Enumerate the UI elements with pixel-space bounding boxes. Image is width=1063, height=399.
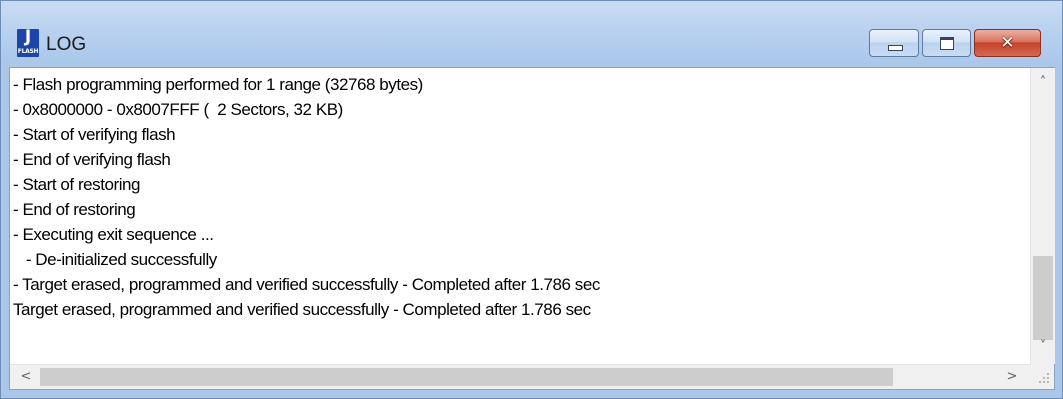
log-line: - Start of verifying flash: [13, 125, 176, 144]
log-line: - Flash programming performed for 1 rang…: [13, 75, 423, 94]
vertical-scrollbar[interactable]: ˄ ˅: [1030, 68, 1055, 364]
minimize-button[interactable]: [869, 29, 919, 57]
log-text-area[interactable]: - Flash programming performed for 1 rang…: [10, 68, 1030, 364]
window-title: LOG: [46, 34, 87, 55]
resize-grip-icon[interactable]: [1030, 364, 1054, 389]
horizontal-scroll-thumb[interactable]: [40, 368, 893, 386]
maximize-icon: [940, 37, 954, 50]
app-icon-sublabel: FLASH: [17, 48, 39, 55]
scroll-left-icon[interactable]: <: [14, 365, 38, 389]
log-line: - De-initialized successfully: [13, 250, 217, 269]
log-line: - Executing exit sequence ...: [13, 225, 214, 244]
title-bar[interactable]: J FLASH LOG ✕: [1, 1, 1062, 67]
maximize-button[interactable]: [922, 29, 971, 57]
log-panel: - Flash programming performed for 1 rang…: [9, 67, 1055, 390]
app-icon-letter: J: [24, 27, 32, 47]
minimize-icon: [888, 45, 903, 51]
scroll-down-icon[interactable]: ˅: [1031, 336, 1055, 358]
close-button[interactable]: ✕: [974, 29, 1041, 57]
vertical-scroll-thumb[interactable]: [1033, 256, 1053, 340]
scroll-right-icon[interactable]: >: [1000, 365, 1024, 389]
horizontal-scrollbar[interactable]: < >: [10, 364, 1030, 389]
scroll-up-icon[interactable]: ˄: [1031, 72, 1055, 94]
log-line: - End of verifying flash: [13, 150, 171, 169]
log-window: J FLASH LOG ✕ - Flash programming perfor…: [0, 0, 1063, 399]
close-icon: ✕: [1000, 33, 1015, 53]
log-line: Target erased, programmed and verified s…: [13, 300, 591, 319]
jflash-app-icon[interactable]: J FLASH: [17, 27, 39, 57]
log-line: - Target erased, programmed and verified…: [13, 275, 600, 294]
log-line: - Start of restoring: [13, 175, 141, 194]
log-line: - 0x8000000 - 0x8007FFF ( 2 Sectors, 32 …: [13, 100, 343, 119]
log-line: - End of restoring: [13, 200, 136, 219]
